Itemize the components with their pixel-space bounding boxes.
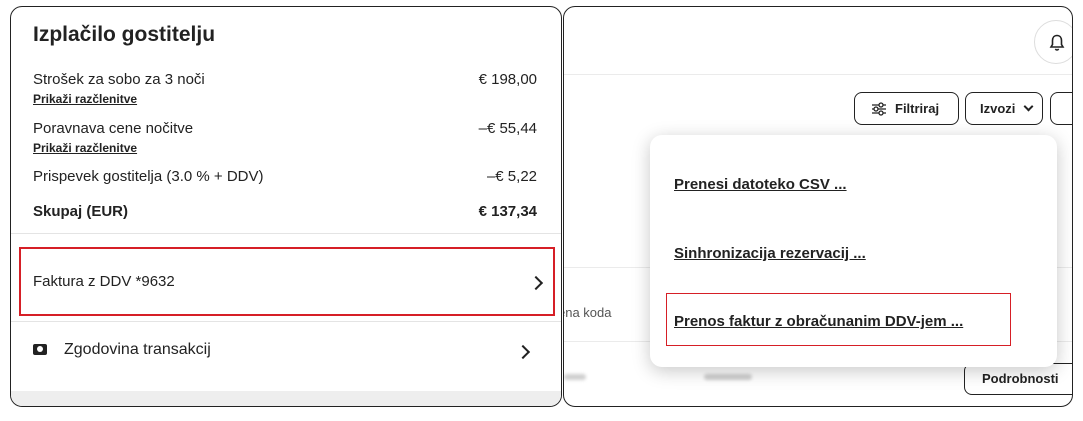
host-fee-value: –€ 5,22: [486, 168, 537, 185]
bell-icon: [1049, 34, 1065, 51]
room-cost-label: Strošek za sobo za 3 noči: [33, 71, 205, 88]
more-options-button[interactable]: [1050, 92, 1072, 125]
transaction-history-label: Zgodovina transakcij: [64, 341, 211, 358]
total-value: € 137,34: [478, 203, 537, 220]
divider: [11, 233, 561, 234]
header-divider: [564, 74, 1072, 75]
export-label: Izvozi: [980, 101, 1016, 116]
blurred-cell: [704, 374, 752, 380]
menu-item-vat-invoices[interactable]: Prenos faktur z obračunanim DDV-jem ...: [674, 313, 963, 330]
room-cost-value: € 198,00: [478, 71, 537, 88]
details-button[interactable]: Podrobnosti: [964, 363, 1072, 395]
show-breakdown-link-room[interactable]: Prikaži razčlenitve: [33, 92, 137, 106]
reservations-panel: Filtriraj Izvozi ena koda Podrobnosti Pr…: [563, 6, 1073, 407]
chevron-right-icon: [515, 344, 531, 360]
transaction-history-row[interactable]: Zgodovina transakcij: [33, 335, 537, 369]
host-fee-label: Prispevek gostitelja (3.0 % + DDV): [33, 168, 264, 185]
price-adjustment-value: –€ 55,44: [478, 120, 537, 137]
cash-icon: [33, 344, 47, 355]
export-menu: Prenesi datoteko CSV ... Sinhronizacija …: [650, 135, 1057, 367]
confirmation-code-column-header: ena koda: [563, 305, 612, 320]
price-adjustment-row: Poravnava cene nočitve –€ 55,44 Prikaži …: [33, 120, 537, 160]
vat-invoice-row[interactable]: Faktura z DDV *9632: [19, 247, 555, 316]
filter-label: Filtriraj: [895, 101, 940, 116]
room-cost-row: Strošek za sobo za 3 noči € 198,00 Prika…: [33, 71, 537, 111]
chevron-down-icon: [1023, 101, 1034, 112]
vat-invoice-label: Faktura z DDV *9632: [33, 273, 175, 290]
total-label: Skupaj (EUR): [33, 203, 129, 220]
bottom-strip: [11, 391, 561, 406]
payout-panel: Izplačilo gostitelju Strošek za sobo za …: [10, 6, 562, 407]
price-adjustment-label: Poravnava cene nočitve: [33, 120, 194, 137]
host-fee-row: Prispevek gostitelja (3.0 % + DDV) –€ 5,…: [33, 168, 537, 188]
total-row: Skupaj (EUR) € 137,34: [33, 203, 537, 223]
blurred-cell: [564, 374, 586, 380]
filter-sliders-icon: [872, 102, 886, 116]
export-button[interactable]: Izvozi: [965, 92, 1043, 125]
payout-title: Izplačilo gostitelju: [33, 23, 216, 46]
menu-item-sync-reservations[interactable]: Sinhronizacija rezervacij ...: [674, 245, 866, 262]
divider: [11, 321, 561, 322]
notifications-button[interactable]: [1034, 20, 1072, 64]
filter-button[interactable]: Filtriraj: [854, 92, 959, 125]
chevron-right-icon: [528, 275, 544, 291]
menu-item-download-csv[interactable]: Prenesi datoteko CSV ...: [674, 176, 847, 193]
details-label: Podrobnosti: [982, 371, 1059, 386]
show-breakdown-link-adjustment[interactable]: Prikaži razčlenitve: [33, 141, 137, 155]
